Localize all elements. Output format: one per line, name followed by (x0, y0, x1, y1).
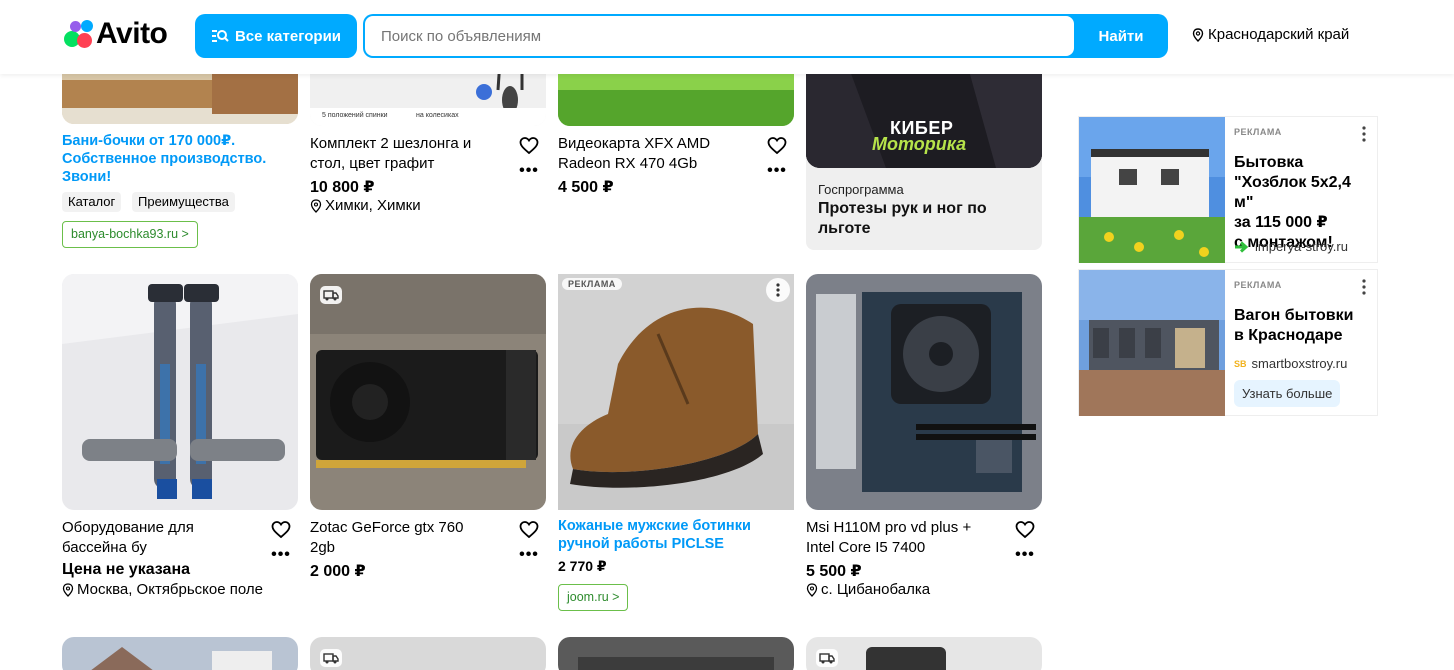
ad-price-boots: 2 770 ₽ (558, 558, 607, 574)
item-title-pool[interactable]: Оборудование для бассейна бу (62, 518, 262, 558)
all-categories-button[interactable]: Все категории (195, 14, 357, 58)
categories-search-icon (211, 30, 229, 42)
side-ad-domain[interactable]: imperya-stroy.ru (1234, 239, 1348, 254)
favorite-heart-icon[interactable] (271, 520, 291, 540)
region-label: Краснодарский край (1208, 26, 1350, 43)
item-image-msi[interactable] (806, 274, 1042, 510)
learn-more-button[interactable]: Узнать больше (1234, 380, 1341, 407)
item-image-row3-1[interactable] (62, 637, 298, 670)
item-price-msi: 5 500 ₽ (806, 563, 862, 580)
favorite-heart-icon[interactable] (519, 136, 539, 156)
search-button[interactable]: Найти (1074, 14, 1168, 58)
logo-text: Avito (96, 17, 168, 50)
more-dots-icon[interactable]: ••• (519, 547, 539, 563)
side-ad-title: Вагон бытовки в Краснодаре (1234, 307, 1354, 344)
item-location-loungers: Химки, Химки (310, 197, 421, 214)
avito-logo[interactable]: Avito (62, 17, 168, 50)
item-location-msi: с. Цибанобалка (806, 581, 930, 598)
region-selector[interactable]: Краснодарский край (1192, 26, 1349, 43)
item-price-loungers: 10 800 ₽ (310, 179, 375, 196)
side-ad-more-icon[interactable] (1361, 125, 1367, 143)
chip-advantages[interactable]: Преимущества (132, 192, 235, 212)
delivery-truck-icon (816, 649, 838, 667)
side-ad-tag: РЕКЛАМА (1234, 280, 1282, 290)
item-image-zotac[interactable] (310, 274, 546, 510)
ad-more-icon[interactable] (766, 278, 790, 302)
promo-banner-line2: Моторика (872, 134, 967, 154)
ad-badge: РЕКЛАМА (562, 278, 622, 290)
domain-badge: SB (1234, 358, 1247, 369)
item-title-loungers[interactable]: Комплект 2 шезлонга и стол, цвет графит (310, 134, 510, 174)
more-dots-icon[interactable]: ••• (519, 163, 539, 179)
side-ad-vagon[interactable]: РЕКЛАМА Вагон бытовки в Краснодаре SB sm… (1078, 269, 1378, 416)
ad-link-bani[interactable]: banya-bochka93.ru > (62, 221, 198, 248)
favorite-heart-icon[interactable] (767, 136, 787, 156)
promo-banner-prosthetics[interactable]: КИБЕР Моторика Госпрограмма Протезы рук … (806, 60, 1042, 250)
location-pin-icon (806, 582, 818, 597)
item-title-xfx[interactable]: Видеокарта XFX AMD Radeon RX 470 4Gb (558, 134, 758, 174)
side-ad-more-icon[interactable] (1361, 278, 1367, 296)
item-price-xfx: 4 500 ₽ (558, 179, 614, 196)
more-dots-icon[interactable]: ••• (271, 547, 291, 563)
all-categories-label: Все категории (234, 27, 342, 45)
item-image-row3-3[interactable] (558, 637, 794, 670)
img-tag-backrest: 5 положений спинки (322, 112, 388, 119)
favorite-heart-icon[interactable] (519, 520, 539, 540)
location-pin-icon (62, 582, 74, 597)
favorite-heart-icon[interactable] (1015, 520, 1035, 540)
promo-caption: Госпрограмма (818, 182, 904, 197)
ad-title-bani[interactable]: Бани-бочки от 170 000₽. Собственное произ… (62, 132, 298, 186)
item-price-zotac: 2 000 ₽ (310, 563, 366, 580)
location-pin-icon (310, 198, 322, 213)
chip-catalog[interactable]: Каталог (62, 192, 122, 212)
promo-banner-image: КИБЕР Моторика (806, 60, 1042, 168)
side-ad-tag: РЕКЛАМА (1234, 127, 1282, 137)
header: Avito Все категории Найти Краснодарский … (0, 0, 1454, 74)
search-input[interactable] (365, 16, 1074, 56)
promo-headline: Протезы рук и ног по льготе (818, 200, 987, 237)
item-title-msi[interactable]: Msi H110M pro vd plus + Intel Core I5 740… (806, 518, 1006, 558)
side-ad-image (1079, 117, 1225, 263)
item-title-zotac[interactable]: Zotac GeForce gtx 760 2gb (310, 518, 510, 558)
side-ad-image (1079, 270, 1225, 416)
ad-image-boots[interactable]: РЕКЛАМА (558, 274, 794, 510)
item-image-row3-2[interactable] (310, 637, 546, 670)
side-ad-domain[interactable]: SB smartboxstroy.ru (1234, 356, 1347, 371)
item-price-pool: Цена не указана (62, 561, 190, 578)
item-location-pool: Москва, Октябрьское поле (62, 581, 263, 598)
item-image-pool[interactable] (62, 274, 298, 510)
more-dots-icon[interactable]: ••• (1015, 547, 1035, 563)
location-pin-icon (1192, 27, 1204, 42)
logo-dots-icon (62, 18, 94, 50)
delivery-truck-icon (320, 286, 342, 304)
item-image-row3-4[interactable] (806, 637, 1042, 670)
arrow-right-icon (1235, 240, 1249, 253)
more-dots-icon[interactable]: ••• (767, 163, 787, 179)
search-bar: Найти (363, 14, 1168, 58)
ad-link-joom[interactable]: joom.ru > (558, 584, 629, 611)
side-ad-title: Бытовка "Хозблок 5х2,4 м" за 115 000 ₽ с… (1234, 154, 1351, 251)
delivery-truck-icon (320, 649, 342, 667)
img-tag-wheels: на колесиках (416, 112, 459, 119)
side-ad-bytovka[interactable]: РЕКЛАМА Бытовка "Хозблок 5х2,4 м" за 115… (1078, 116, 1378, 263)
ad-title-boots[interactable]: Кожаные мужские ботинки ручной работы PIC… (558, 517, 794, 553)
